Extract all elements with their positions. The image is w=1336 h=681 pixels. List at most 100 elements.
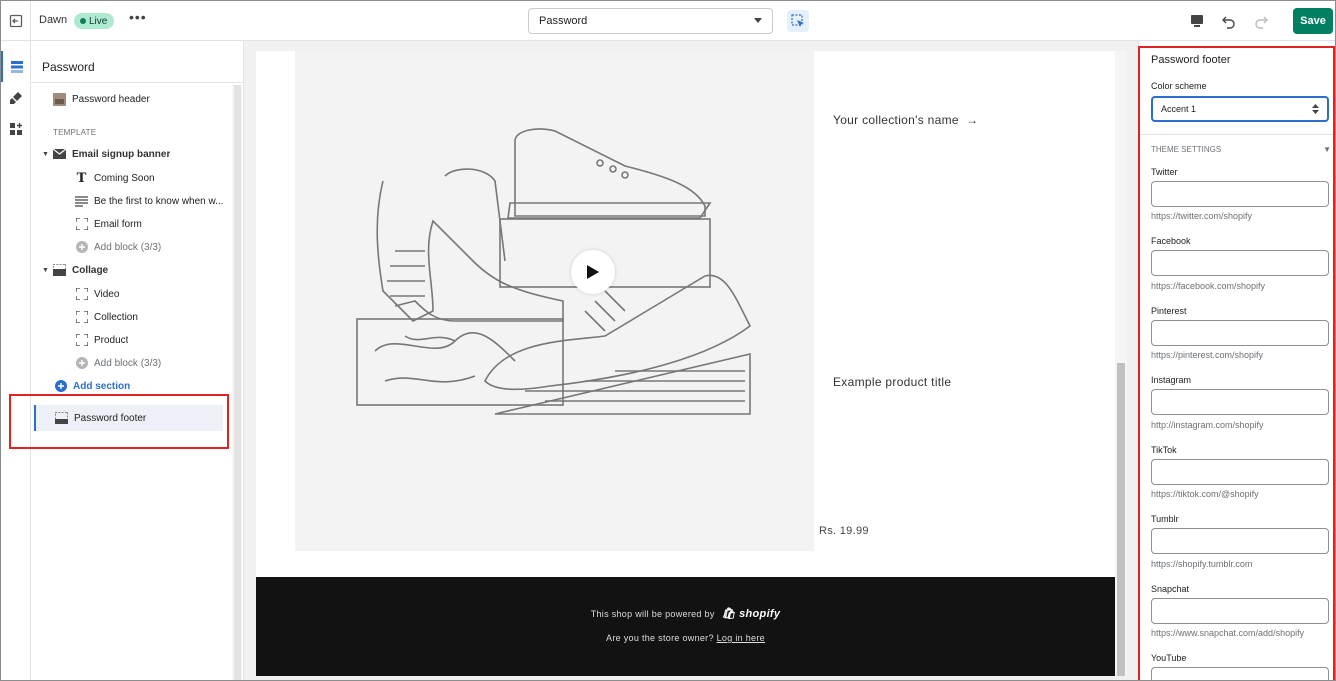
select-cursor-icon <box>791 14 804 27</box>
add-block-button[interactable]: Add block (3/3) <box>75 236 161 258</box>
facebook-input[interactable] <box>1151 250 1329 276</box>
preview-scrollbar-thumb[interactable] <box>1117 363 1125 676</box>
play-button[interactable] <box>571 250 615 294</box>
block-label: Collection <box>94 311 138 323</box>
section-collage[interactable]: ▼ Collage <box>42 259 108 281</box>
collection-name: Your collection's name <box>833 113 959 127</box>
more-actions-button[interactable]: ••• <box>129 9 147 25</box>
shopify-logo[interactable]: 🛍 shopify <box>721 608 780 620</box>
youtube-label: YouTube <box>1151 653 1187 663</box>
caret-down-icon: ▼ <box>1323 145 1331 154</box>
image-thumbnail-icon <box>53 92 66 106</box>
device-preview-button[interactable] <box>1183 7 1211 35</box>
frame-icon <box>75 218 88 231</box>
facebook-hint: https://facebook.com/shopify <box>1151 281 1266 291</box>
snapchat-hint: https://www.snapchat.com/add/shopify <box>1151 628 1305 638</box>
inspector-toggle[interactable] <box>787 10 809 32</box>
paragraph-icon <box>75 195 88 208</box>
theme-name: Dawn <box>39 14 68 26</box>
block-subheading[interactable]: Be the first to know when w... <box>75 190 224 212</box>
settings-panel: Password footer Color scheme Accent 1 TH… <box>1138 41 1335 680</box>
add-block-label: Add block (3/3) <box>94 357 162 369</box>
apps-icon <box>10 122 22 135</box>
exit-button[interactable] <box>1 1 31 41</box>
status-badge: Live <box>74 13 115 29</box>
color-scheme-select[interactable]: Accent 1 <box>1151 96 1329 122</box>
block-label: Video <box>94 288 120 300</box>
block-coming-soon[interactable]: T Coming Soon <box>75 167 155 189</box>
twitter-hint: https://twitter.com/shopify <box>1151 211 1253 221</box>
theme-settings-toggle[interactable]: THEME SETTINGS ▼ <box>1151 145 1331 154</box>
section-password-footer[interactable]: Password footer <box>34 405 223 431</box>
caret-down-icon <box>754 18 762 23</box>
password-footer-preview: This shop will be powered by 🛍 shopify A… <box>256 577 1115 676</box>
powered-by-text: This shop will be powered by 🛍 shopify <box>256 607 1115 620</box>
text-icon: T <box>76 170 87 186</box>
desktop-icon <box>1191 15 1203 27</box>
color-scheme-value: Accent 1 <box>1161 104 1197 114</box>
frame-icon <box>75 334 88 347</box>
status-badge-label: Live <box>89 15 108 27</box>
redo-button[interactable] <box>1247 7 1275 35</box>
caret-down-icon[interactable]: ▼ <box>42 151 51 158</box>
product-price: Rs. 19.99 <box>819 525 869 537</box>
block-label: Email form <box>94 218 142 230</box>
store-owner-text: Are you the store owner? Log in here <box>256 633 1115 643</box>
collage-icon <box>53 264 66 277</box>
select-arrows-icon <box>1312 104 1319 114</box>
frame-icon <box>75 288 88 301</box>
exit-icon <box>9 14 22 28</box>
block-collection[interactable]: Collection <box>75 306 138 328</box>
rail-apps-button[interactable] <box>1 113 31 144</box>
undo-button[interactable] <box>1215 7 1243 35</box>
block-label: Product <box>94 334 129 346</box>
caret-down-icon[interactable]: ▼ <box>42 267 51 274</box>
plus-circle-icon <box>75 241 88 254</box>
tiktok-label: TikTok <box>1151 445 1177 455</box>
preview-scrollbar[interactable] <box>1115 51 1127 676</box>
add-section-label: Add section <box>73 380 131 392</box>
footer-icon <box>55 412 68 425</box>
block-product[interactable]: Product <box>75 329 128 351</box>
page-select-value: Password <box>539 15 588 27</box>
block-video[interactable]: Video <box>75 283 119 305</box>
undo-icon <box>1222 16 1235 29</box>
instagram-hint: http://instagram.com/shopify <box>1151 420 1264 430</box>
tumblr-input[interactable] <box>1151 528 1329 554</box>
youtube-input[interactable] <box>1151 667 1329 680</box>
login-link[interactable]: Log in here <box>717 633 765 643</box>
add-block-button[interactable]: Add block (3/3) <box>75 352 161 374</box>
tumblr-label: Tumblr <box>1151 514 1179 524</box>
section-email-signup-banner[interactable]: ▼ Email signup banner <box>42 143 170 165</box>
pinterest-input[interactable] <box>1151 320 1329 346</box>
twitter-label: Twitter <box>1151 167 1178 177</box>
tiktok-input[interactable] <box>1151 459 1329 485</box>
sidebar-title: Password <box>31 41 243 83</box>
color-scheme-label: Color scheme <box>1151 81 1207 91</box>
arrow-right-icon: → <box>966 113 979 127</box>
page-select[interactable]: Password <box>528 8 773 34</box>
block-email-form[interactable]: Email form <box>75 213 142 235</box>
block-label: Be the first to know when w... <box>94 195 224 207</box>
instagram-input[interactable] <box>1151 389 1329 415</box>
sidebar-scrollbar-thumb[interactable] <box>234 85 241 680</box>
facebook-label: Facebook <box>1151 236 1191 246</box>
save-button[interactable]: Save <box>1293 8 1333 34</box>
theme-settings-label: THEME SETTINGS <box>1151 145 1222 154</box>
divider <box>1139 134 1335 135</box>
product-title[interactable]: Example product title <box>833 375 951 389</box>
play-icon <box>587 265 599 279</box>
shoes-illustration <box>356 128 752 415</box>
plus-circle-icon <box>54 380 67 393</box>
rail-theme-settings-button[interactable] <box>1 82 31 113</box>
video-placeholder[interactable] <box>295 51 814 551</box>
snapchat-input[interactable] <box>1151 598 1329 624</box>
sidebar-scrollbar[interactable] <box>232 85 242 680</box>
section-label: Email signup banner <box>72 148 171 160</box>
section-password-header[interactable]: Password header <box>53 88 150 110</box>
live-dot-icon <box>80 18 86 24</box>
collection-card-title[interactable]: Your collection's name → <box>833 113 978 127</box>
twitter-input[interactable] <box>1151 181 1329 207</box>
rail-sections-button[interactable] <box>1 51 31 82</box>
settings-title: Password footer <box>1151 54 1231 66</box>
